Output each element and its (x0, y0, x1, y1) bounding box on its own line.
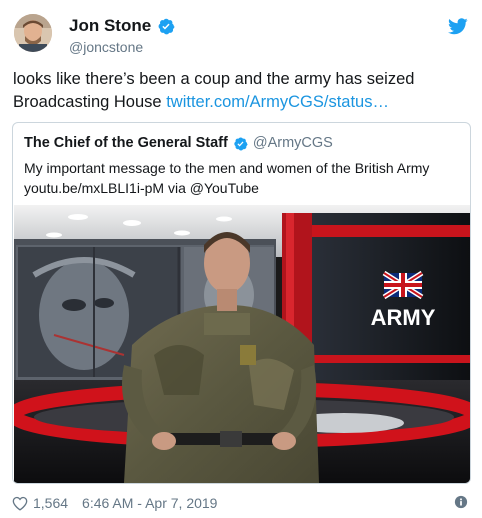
studio-scene: ARMY (14, 205, 470, 483)
verified-badge-icon (234, 136, 248, 150)
tweet-header: Jon Stone @joncstone (12, 12, 470, 60)
avatar[interactable] (14, 14, 52, 52)
author-name-row: Jon Stone (69, 16, 175, 36)
quoted-text-line: My important message to the men and wome… (24, 160, 430, 176)
quoted-tweet[interactable]: The Chief of the General Staff @ArmyCGS … (12, 122, 471, 484)
union-flag-icon (382, 270, 424, 300)
army-logo-text: ARMY (371, 305, 436, 330)
like-count[interactable]: 1,564 (33, 495, 68, 511)
tweet-link[interactable]: twitter.com/ArmyCGS/status… (166, 93, 389, 111)
twitter-bird-icon[interactable] (448, 18, 468, 35)
info-icon[interactable] (454, 495, 468, 509)
video-thumbnail[interactable]: ARMY (14, 205, 470, 483)
timestamp[interactable]: 6:46 AM - Apr 7, 2019 (82, 495, 217, 511)
quoted-text: My important message to the men and wome… (24, 158, 464, 198)
quoted-video-link[interactable]: youtu.be/mxLBLI1i-pM via @YouTube (24, 178, 464, 198)
quoted-author-handle[interactable]: @ArmyCGS (253, 135, 333, 151)
author-name[interactable]: Jon Stone (69, 16, 151, 36)
tweet-card: Jon Stone @joncstone looks like there’s … (0, 0, 482, 518)
verified-badge-icon (158, 18, 175, 35)
quoted-author-name[interactable]: The Chief of the General Staff (24, 135, 228, 151)
tweet-text: looks like there’s been a coup and the a… (13, 68, 471, 114)
heart-icon[interactable] (12, 496, 28, 511)
quoted-header: The Chief of the General Staff @ArmyCGS (24, 135, 333, 151)
author-handle[interactable]: @joncstone (69, 39, 143, 55)
tweet-footer: 1,564 6:46 AM - Apr 7, 2019 (12, 492, 470, 514)
